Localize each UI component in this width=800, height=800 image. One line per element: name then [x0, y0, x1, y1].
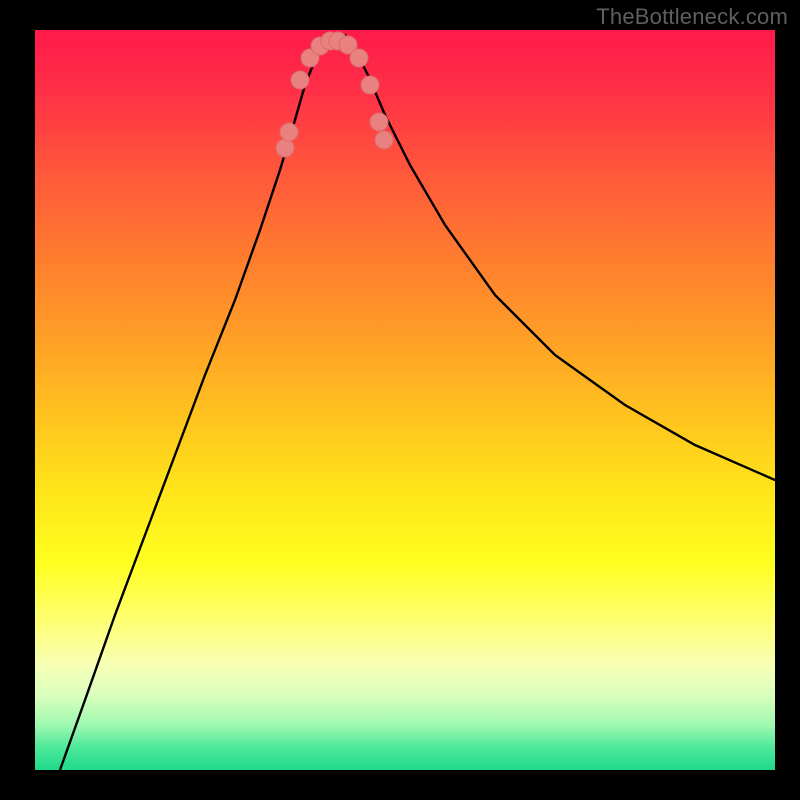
right-curve: [345, 35, 775, 480]
chart-frame: TheBottleneck.com: [0, 0, 800, 800]
data-dot: [361, 76, 379, 94]
data-dot: [375, 131, 393, 149]
plot-area: [35, 30, 775, 770]
data-dot: [291, 71, 309, 89]
data-dot: [370, 113, 388, 131]
watermark-text: TheBottleneck.com: [596, 4, 788, 30]
data-dot: [276, 139, 294, 157]
data-dot: [350, 49, 368, 67]
data-dot: [280, 123, 298, 141]
chart-svg: [35, 30, 775, 770]
